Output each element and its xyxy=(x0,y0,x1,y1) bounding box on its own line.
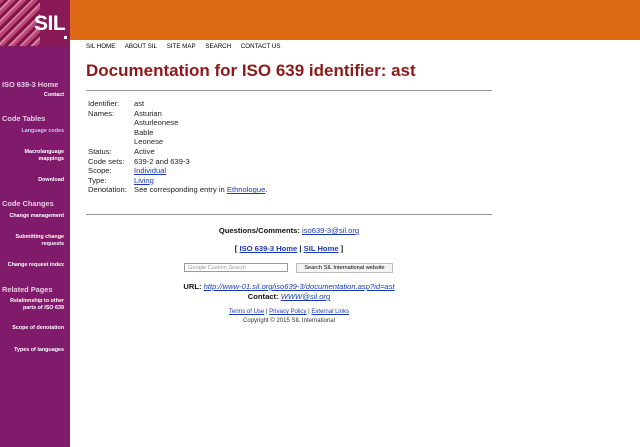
sidebar-item-contact[interactable]: Contact xyxy=(0,92,64,99)
scope-label: Scope: xyxy=(88,166,112,176)
sil-logo[interactable]: SIL xyxy=(0,0,70,46)
status-label: Status: xyxy=(88,146,112,156)
sidebar-heading-related-pages: Related Pages xyxy=(2,285,53,294)
privacy-link[interactable]: Privacy Policy xyxy=(269,309,306,315)
identifier-row: Identifier: ast xyxy=(88,99,267,109)
home-links-separator: | xyxy=(299,244,302,253)
nav-search[interactable]: SEARCH xyxy=(205,43,231,50)
copyright: Copyright © 2015 SIL International xyxy=(243,318,335,324)
nav-sil-home[interactable]: SIL HOME xyxy=(86,43,115,50)
sidebar-item-scope-of-denotation[interactable]: Scope of denotation xyxy=(0,325,64,332)
status-value: Active xyxy=(134,146,155,156)
sidebar-item-language-codes[interactable]: Language codes xyxy=(0,128,64,135)
name-item: Asturleonese xyxy=(134,118,179,128)
name-item: Leonese xyxy=(134,137,164,147)
bracket-close: ] xyxy=(340,244,344,253)
type-label: Type: xyxy=(88,175,107,185)
name-item: Asturian xyxy=(134,108,162,118)
iso-home-link[interactable]: ISO 639-3 Home xyxy=(239,244,297,253)
url-line: URL: http://www-01.sil.org/iso639-3/docu… xyxy=(86,282,492,291)
url-link[interactable]: http://www-01.sil.org/iso639-3/documenta… xyxy=(204,282,395,291)
footer-separator: | xyxy=(265,309,268,315)
code-sets-value: 639-2 and 639-3 xyxy=(134,156,190,166)
logo-dot xyxy=(64,36,67,39)
home-links: [ ISO 639-3 Home | SIL Home ] xyxy=(86,244,492,253)
names-label: Names: xyxy=(88,108,115,118)
nav-site-map[interactable]: SITE MAP xyxy=(167,43,196,50)
search-button[interactable]: Search SIL International website xyxy=(296,263,393,273)
sidebar-item-relationship[interactable]: Relationship to other parts of ISO 639 xyxy=(4,298,64,312)
type-row: Type: Living xyxy=(88,176,267,186)
divider-top xyxy=(86,90,492,91)
denotation-row: Denotation: See corresponding entry in E… xyxy=(88,185,267,195)
footer-links: Terms of Use | Privacy Policy | External… xyxy=(86,309,492,315)
names-row: Names: Asturian Asturleonese Bable Leone… xyxy=(88,109,267,147)
top-nav: SIL HOME ABOUT SIL SITE MAP SEARCH CONTA… xyxy=(86,43,289,50)
sidebar-heading-home[interactable]: ISO 639-3 Home xyxy=(2,80,72,89)
name-item: Bable xyxy=(134,127,154,137)
contact-email-link[interactable]: WWW@sil.org xyxy=(281,292,330,301)
identifier-label: Identifier: xyxy=(88,99,120,108)
footer-separator: | xyxy=(308,309,310,315)
names-list: Asturian Asturleonese Bable Leonese xyxy=(134,109,178,147)
identifier-info: Identifier: ast Names: Asturian Asturleo… xyxy=(88,99,267,195)
sidebar-item-change-management[interactable]: Change management xyxy=(0,213,64,220)
sidebar-item-types-of-languages[interactable]: Types of languages xyxy=(0,347,64,354)
sidebar-item-change-request-index[interactable]: Change request index xyxy=(0,262,64,269)
sil-home-link[interactable]: SIL Home xyxy=(304,244,339,253)
sidebar: ISO 639-3 Home Contact Code Tables Langu… xyxy=(0,46,70,447)
sidebar-heading-code-tables: Code Tables xyxy=(2,114,46,123)
denotation-value: See corresponding entry in Ethnologue. xyxy=(134,185,267,195)
nav-contact-us[interactable]: CONTACT US xyxy=(241,43,281,50)
header-divider xyxy=(70,40,640,41)
sidebar-item-submitting-change-requests[interactable]: Submitting change requests xyxy=(12,234,64,248)
contact-label: Contact: xyxy=(247,292,279,301)
page-title: Documentation for ISO 639 identifier: as… xyxy=(86,61,416,80)
denotation-prefix: See corresponding entry in xyxy=(134,185,225,195)
external-links-link[interactable]: External Links xyxy=(311,309,349,315)
divider-bottom xyxy=(86,214,492,215)
code-sets-row: Code sets: 639-2 and 639-3 xyxy=(88,157,267,167)
questions-label: Questions/Comments: xyxy=(218,226,300,235)
terms-link[interactable]: Terms of Use xyxy=(229,309,264,315)
questions-email-link[interactable]: iso639-3@sil.org xyxy=(302,226,359,235)
header-banner xyxy=(70,0,640,40)
identifier-value: ast xyxy=(134,99,145,108)
ethnologue-link[interactable]: Ethnologue xyxy=(227,185,265,194)
scope-link[interactable]: Individual xyxy=(134,166,166,176)
bracket-open: [ xyxy=(234,244,238,253)
type-link[interactable]: Living xyxy=(134,176,154,186)
code-sets-label: Code sets: xyxy=(88,156,125,166)
nav-about-sil[interactable]: ABOUT SIL xyxy=(125,43,157,50)
sidebar-heading-code-changes: Code Changes xyxy=(2,199,54,208)
status-row: Status: Active xyxy=(88,147,267,157)
scope-row: Scope: Individual xyxy=(88,166,267,176)
url-label: URL: xyxy=(183,282,202,291)
denotation-label: Denotation: xyxy=(88,185,127,195)
sidebar-item-macrolanguage-mappings[interactable]: Macrolanguage mappings xyxy=(18,149,64,163)
questions-line: Questions/Comments: iso639-3@sil.org xyxy=(86,226,492,235)
sidebar-item-download[interactable]: Download xyxy=(0,177,64,184)
denotation-suffix: . xyxy=(265,185,268,195)
contact-line: Contact: WWW@sil.org xyxy=(86,292,492,301)
search-input[interactable]: Google Custom Search xyxy=(184,263,288,272)
logo-text: SIL xyxy=(34,12,66,35)
